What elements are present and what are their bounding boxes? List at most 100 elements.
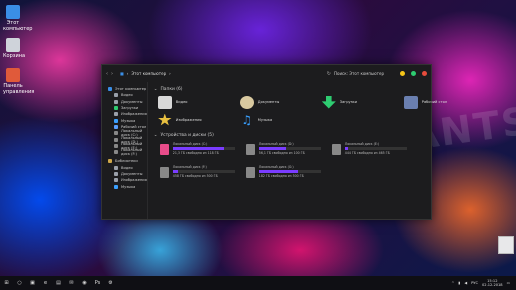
drive-usage-bar bbox=[258, 170, 321, 173]
drive-c[interactable]: Локальный диск (C:) 21,3 ГБ свободно из … bbox=[159, 142, 246, 160]
minimize-button[interactable] bbox=[400, 71, 405, 76]
drive-g[interactable]: Локальный диск (G:) 182 ГБ свободно из 5… bbox=[245, 165, 332, 183]
taskbar-app-mail[interactable]: ✉ bbox=[65, 276, 78, 290]
taskbar-app-photoshop[interactable]: Ps bbox=[91, 276, 104, 290]
search-input[interactable]: Поиск: Этот компьютер bbox=[334, 71, 384, 76]
clock-date: 02.12.2018 bbox=[482, 283, 503, 287]
recycle-bin-tray-icon[interactable] bbox=[498, 236, 514, 254]
folder-documents[interactable]: Документы bbox=[239, 95, 322, 109]
maximize-button[interactable] bbox=[411, 71, 416, 76]
section-title: Папки (6) bbox=[160, 86, 183, 92]
sidebar-item-label: Музыка bbox=[121, 184, 136, 189]
download-arrow-icon bbox=[321, 95, 336, 109]
folder-downloads[interactable]: Загрузки bbox=[321, 95, 404, 109]
drive-label: Локальный диск (E:) bbox=[344, 142, 380, 146]
system-tray: ^ ▮ ◀ РУС 15:12 02.12.2018 ▭ bbox=[451, 279, 516, 288]
breadcrumb-separator-icon: › bbox=[126, 71, 129, 76]
drive-e[interactable]: Локальный диск (E:) 444 ГБ свободно из 4… bbox=[331, 142, 418, 160]
sidebar-item-label: Загрузки bbox=[121, 106, 139, 111]
drive-d[interactable]: Локальный диск (D:) 56,1 ГБ свободно из … bbox=[245, 142, 332, 160]
music-icon bbox=[114, 184, 118, 189]
chevron-down-icon: ⌄ bbox=[153, 132, 158, 138]
folder-label: Загрузки bbox=[339, 100, 358, 104]
drive-usage-bar bbox=[172, 170, 235, 173]
drive-usage-fill bbox=[258, 147, 287, 150]
network-icon[interactable]: ▮ bbox=[458, 281, 460, 285]
sidebar-item-drive-f[interactable]: Локальный диск (F:) bbox=[102, 148, 147, 156]
start-button[interactable]: ⊞ bbox=[0, 276, 13, 290]
drive-usage-fill bbox=[172, 147, 224, 150]
taskbar-app-settings[interactable]: ⚙ bbox=[104, 276, 117, 290]
drive-free-space: 21,3 ГБ свободно из 118 ГБ bbox=[172, 151, 219, 155]
computer-icon bbox=[108, 87, 112, 92]
taskbar: ⊞ ○ ▣ e ▤ ✉ ◉ Ps ⚙ ^ ▮ ◀ РУС 15:12 02.12… bbox=[0, 276, 516, 290]
folder-music[interactable]: ♫ Музыка bbox=[240, 113, 322, 127]
desktop-icon-label: Этот компьютер bbox=[3, 20, 33, 32]
documents-folder-icon bbox=[239, 95, 254, 109]
taskbar-app-media[interactable]: ◉ bbox=[78, 276, 91, 290]
sidebar-item-label: Изображения bbox=[121, 178, 147, 183]
taskbar-app-explorer[interactable]: ▤ bbox=[52, 276, 65, 290]
refresh-icon[interactable]: ↻ bbox=[327, 71, 331, 77]
drive-f[interactable]: Локальный диск (F:) 458 ГБ свободно из 5… bbox=[159, 165, 246, 183]
address-bar[interactable]: ■ › Этот компьютер › bbox=[120, 71, 171, 76]
language-indicator[interactable]: РУС bbox=[471, 281, 478, 285]
folders-section-header[interactable]: ⌄ Папки (6) bbox=[154, 85, 486, 93]
chevron-up-icon[interactable]: ^ bbox=[451, 281, 454, 285]
drive-free-space: 444 ГБ свободно из 465 ГБ bbox=[344, 151, 390, 155]
folder-pictures[interactable]: Изображения bbox=[158, 113, 240, 127]
desktop-icon-label: Панель управления bbox=[3, 83, 35, 95]
desktop-icon-recycle-bin[interactable]: Корзина bbox=[3, 38, 26, 59]
forward-button[interactable]: › bbox=[111, 71, 113, 77]
drives-section-header[interactable]: ⌄ Устройства и диски (5) bbox=[154, 131, 486, 139]
sidebar-item-lib-music[interactable]: Музыка bbox=[102, 183, 147, 189]
drive-usage-fill bbox=[172, 170, 178, 173]
music-icon bbox=[114, 118, 118, 123]
desktop-icon-label: Корзина bbox=[3, 53, 26, 59]
drive-icon bbox=[114, 131, 118, 136]
sidebar-item-label: Библиотеки bbox=[115, 159, 138, 164]
picture-icon bbox=[114, 178, 118, 183]
folder-video[interactable]: Видео bbox=[157, 95, 240, 109]
picture-icon bbox=[114, 112, 118, 117]
breadcrumb[interactable]: Этот компьютер bbox=[131, 71, 166, 76]
folder-label: Документы bbox=[257, 100, 280, 104]
drives-grid: Локальный диск (C:) 21,3 ГБ свободно из … bbox=[159, 142, 486, 183]
drive-usage-fill bbox=[344, 147, 348, 150]
desktop-icon-control-panel[interactable]: Панель управления bbox=[3, 68, 35, 95]
clock[interactable]: 15:12 02.12.2018 bbox=[482, 279, 503, 288]
sidebar-item-label: Видео bbox=[121, 165, 133, 170]
taskbar-app-browser[interactable]: e bbox=[39, 276, 52, 290]
notifications-icon[interactable]: ▭ bbox=[507, 281, 510, 285]
folder-label: Изображения bbox=[175, 118, 202, 122]
content-pane: ⌄ Папки (6) Видео Документы Загрузки Раб… bbox=[148, 82, 492, 219]
back-button[interactable]: ‹ bbox=[106, 71, 108, 77]
drive-usage-bar bbox=[172, 147, 235, 150]
recycle-bin-icon bbox=[6, 38, 20, 52]
sidebar-item-label: Этот компьютер bbox=[115, 87, 147, 92]
drive-icon bbox=[245, 144, 255, 155]
control-panel-icon bbox=[6, 68, 20, 82]
desktop-icon-this-pc[interactable]: Этот компьютер bbox=[3, 5, 33, 32]
drive-label: Локальный диск (F:) bbox=[172, 165, 207, 169]
task-view-button[interactable]: ▣ bbox=[26, 276, 39, 290]
chevron-right-icon: › bbox=[169, 71, 171, 76]
folder-label: Музыка bbox=[257, 118, 273, 122]
video-icon bbox=[114, 93, 118, 98]
volume-icon[interactable]: ◀ bbox=[464, 281, 467, 285]
drive-free-space: 56,1 ГБ свободно из 100 ГБ bbox=[258, 151, 305, 155]
folder-label: Рабочий стол bbox=[421, 100, 448, 104]
search-button[interactable]: ○ bbox=[13, 276, 26, 290]
drive-icon bbox=[114, 137, 118, 142]
sidebar-item-label: Документы bbox=[121, 99, 143, 104]
explorer-window: ‹ › ■ › Этот компьютер › ↻ Поиск: Этот к… bbox=[101, 64, 447, 220]
folder-desktop[interactable]: Рабочий стол bbox=[403, 95, 486, 109]
drive-free-space: 182 ГБ свободно из 500 ГБ bbox=[258, 174, 304, 178]
drive-label: Локальный диск (C:) bbox=[172, 142, 208, 146]
drive-label: Локальный диск (G:) bbox=[258, 165, 294, 169]
sidebar-item-label: Видео bbox=[121, 93, 133, 98]
document-icon bbox=[114, 99, 118, 104]
drive-icon bbox=[159, 167, 169, 178]
document-icon bbox=[114, 172, 118, 176]
close-button[interactable] bbox=[422, 71, 427, 76]
